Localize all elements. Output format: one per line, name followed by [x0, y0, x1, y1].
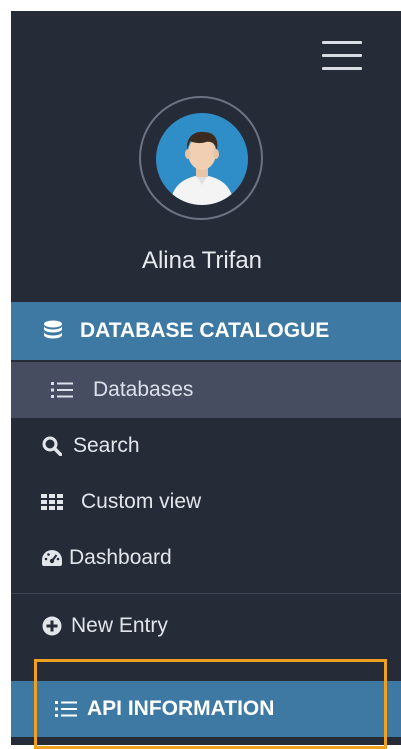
- grid-icon: [41, 491, 63, 513]
- sidebar-item-label: Search: [73, 434, 140, 457]
- sidebar-item-search[interactable]: Search: [11, 418, 401, 474]
- section-header-label: API INFORMATION: [87, 697, 275, 720]
- divider: [11, 593, 401, 594]
- hamburger-menu-icon[interactable]: [322, 41, 364, 71]
- section-header-label: DATABASE CATALOGUE: [80, 319, 330, 342]
- section-header-api-information[interactable]: API INFORMATION: [11, 681, 401, 737]
- sidebar-item-label: Dashboard: [69, 546, 172, 569]
- sidebar: Alina Trifan DATABASE CATALOGUE Database…: [11, 11, 401, 745]
- list-icon: [55, 698, 77, 720]
- database-icon: [42, 320, 64, 342]
- dashboard-icon: [41, 547, 63, 569]
- sidebar-item-new-entry[interactable]: New Entry: [11, 598, 401, 654]
- list-icon: [51, 379, 73, 401]
- user-name: Alina Trifan: [141, 247, 263, 274]
- sidebar-item-label: Custom view: [81, 490, 202, 513]
- avatar: [139, 96, 263, 220]
- section-header-database-catalogue[interactable]: DATABASE CATALOGUE: [11, 302, 401, 360]
- sidebar-item-label: New Entry: [71, 614, 168, 637]
- sidebar-item-databases[interactable]: Databases: [11, 362, 401, 418]
- plus-circle-icon: [41, 615, 63, 637]
- sidebar-item-label: Databases: [93, 378, 194, 401]
- user-avatar-icon: [156, 113, 248, 205]
- sidebar-item-custom-view[interactable]: Custom view: [11, 474, 401, 530]
- search-icon: [41, 435, 63, 457]
- sidebar-item-dashboard[interactable]: Dashboard: [11, 530, 401, 586]
